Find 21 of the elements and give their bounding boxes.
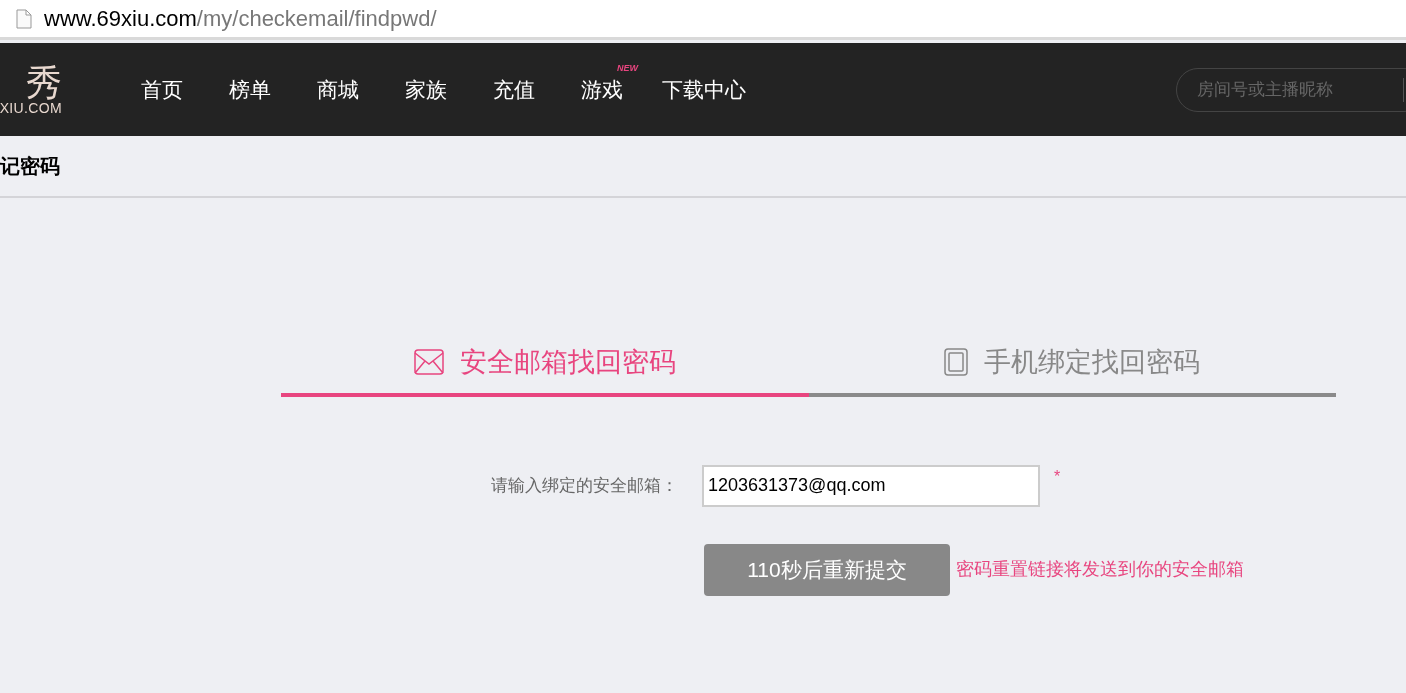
page-title: 记密码 bbox=[0, 154, 60, 179]
nav-link[interactable]: 下载中心 bbox=[662, 73, 746, 106]
hint-text: 密码重置链接将发送到你的安全邮箱 bbox=[956, 558, 1244, 581]
nav-link[interactable]: 榜单 bbox=[229, 73, 271, 106]
search-field[interactable]: 房间号或主播昵称 bbox=[1176, 67, 1406, 112]
nav-link[interactable]: 首页 bbox=[141, 73, 183, 106]
page-icon bbox=[16, 8, 32, 29]
nav-link[interactable]: 家族 bbox=[405, 73, 447, 106]
nav-link[interactable]: 商城 bbox=[317, 73, 359, 106]
url-domain: www.69xiu.com bbox=[44, 7, 197, 30]
nav-link[interactable]: 充值 bbox=[493, 73, 535, 106]
required-mark: * bbox=[1054, 466, 1061, 487]
email-label: 请输入绑定的安全邮箱： bbox=[490, 474, 679, 497]
envelope-icon bbox=[413, 349, 444, 376]
new-label: NEW bbox=[617, 61, 638, 75]
email-input-field[interactable]: 1203631373@qq.com bbox=[702, 464, 1040, 507]
address-bar[interactable]: www.69xiu.com/my/checkemail/findpwd/ bbox=[0, 0, 1406, 40]
site-logo[interactable]: 秀 XIU.COM bbox=[0, 64, 66, 115]
url-path: /my/checkemail/findpwd/ bbox=[196, 7, 437, 30]
nav-link[interactable]: 游戏 bbox=[581, 73, 623, 106]
phone-icon bbox=[944, 348, 969, 377]
